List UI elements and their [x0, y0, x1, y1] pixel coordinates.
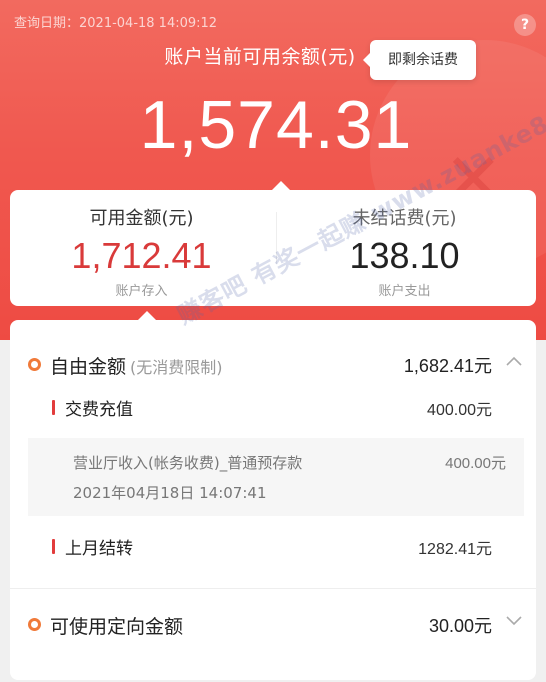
directed-amount-value: 30.00元 — [428, 616, 492, 636]
transaction-item: 营业厅收入(帐务收费)_普通预存款 400.00元 2021年04月18日 14… — [28, 438, 524, 516]
transaction-time: 2021年04月18日 14:07:41 — [73, 484, 267, 502]
free-amount-value: 1,682.41元 — [403, 356, 492, 376]
chevron-down-icon[interactable] — [506, 614, 522, 630]
recharge-row: 交费充值 400.00元 — [10, 395, 536, 421]
recharge-amount: 400.00元 — [427, 402, 492, 419]
carry-over-row: 上月结转 1282.41元 — [10, 534, 536, 560]
detail-card: 自由金额 (无消费限制) 1,682.41元 交费充值 400.00元 营业厅收入… — [10, 311, 536, 680]
item-bar-icon — [52, 539, 55, 554]
available-amount-sub: 账户存入 — [115, 284, 168, 299]
recharge-label: 交费充值 — [65, 400, 133, 420]
divider — [10, 588, 536, 589]
question-icon[interactable]: ? — [514, 14, 536, 36]
carry-over-label: 上月结转 — [65, 539, 133, 559]
free-amount-section[interactable]: 自由金额 (无消费限制) 1,682.41元 — [10, 350, 536, 380]
directed-amount-title: 可使用定向金额 — [50, 616, 184, 638]
chevron-up-icon[interactable] — [506, 354, 522, 370]
unsettled-fee-value: 138.10 — [349, 235, 460, 276]
free-amount-title: 自由金额 (无消费限制) — [50, 352, 223, 379]
section-dot-icon — [28, 618, 41, 631]
transaction-amount: 400.00元 — [445, 455, 506, 472]
free-amount-title-text: 自由金额 — [50, 356, 127, 378]
available-amount-column[interactable]: 可用金额(元) 1,712.41 账户存入 — [10, 204, 273, 299]
carry-over-amount: 1282.41元 — [418, 541, 492, 558]
directed-amount-section[interactable]: 可使用定向金额 30.00元 — [10, 610, 536, 640]
transaction-description: 营业厅收入(帐务收费)_普通预存款 — [73, 454, 303, 472]
query-date: 查询日期：2021-04-18 14:09:12 — [14, 16, 218, 31]
section-dot-icon — [28, 358, 41, 371]
item-bar-icon — [52, 400, 55, 415]
available-amount-label: 可用金额(元) — [89, 208, 194, 229]
balance-tooltip: 即剩余话费 — [363, 40, 476, 80]
unsettled-fee-column[interactable]: 未结话费(元) 138.10 账户支出 — [273, 204, 536, 299]
balance-amount: 1,574.31 — [139, 87, 413, 163]
summary-card: 可用金额(元) 1,712.41 账户存入 未结话费(元) 138.10 账户支… — [10, 181, 536, 306]
unsettled-fee-sub: 账户支出 — [378, 284, 431, 299]
free-amount-note: (无消费限制) — [130, 358, 223, 377]
unsettled-fee-label: 未结话费(元) — [352, 208, 457, 229]
available-amount-value: 1,712.41 — [71, 235, 212, 276]
